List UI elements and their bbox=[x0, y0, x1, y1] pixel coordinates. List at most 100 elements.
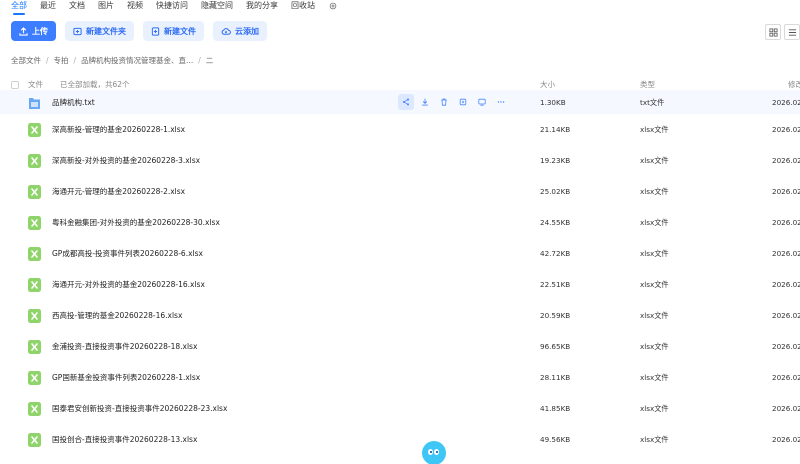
new-file-icon bbox=[151, 26, 160, 36]
excel-icon bbox=[28, 340, 41, 354]
file-type: xlsx文件 bbox=[640, 373, 669, 382]
folder-doc-icon bbox=[28, 96, 41, 110]
breadcrumb-item[interactable]: 品牌机构投资情况管理基金、直... bbox=[81, 55, 193, 66]
file-type: xlsx文件 bbox=[640, 280, 669, 289]
breadcrumb: 全部文件 / 专拍 / 品牌机构投资情况管理基金、直... / 二 bbox=[11, 55, 213, 65]
file-size: 24.55KB bbox=[540, 218, 571, 227]
share-icon[interactable] bbox=[398, 94, 414, 110]
excel-icon bbox=[28, 123, 41, 137]
tab-2[interactable]: 文档 bbox=[69, 0, 85, 12]
file-name[interactable]: 粤科金融集团-对外投资的基金20260228-30.xlsx bbox=[52, 217, 220, 228]
file-size: 1.30KB bbox=[540, 98, 566, 107]
file-name[interactable]: 深高新投-管理的基金20260228-1.xlsx bbox=[52, 124, 185, 135]
file-size: 42.72KB bbox=[540, 249, 571, 258]
file-row[interactable]: 海通开元-管理的基金20260228-2.xlsx 25.02KB xlsx文件 20… bbox=[0, 176, 800, 207]
tab-1[interactable]: 最近 bbox=[40, 0, 56, 12]
file-list: 品牌机构.txt1.30KBtxt文件2026.02.2深高新投-管理的基金20… bbox=[0, 90, 800, 455]
file-row[interactable]: 粤科金融集团-对外投资的基金20260228-30.xlsx 24.55KB xls… bbox=[0, 207, 800, 238]
excel-icon bbox=[28, 247, 41, 261]
download-icon[interactable] bbox=[417, 94, 433, 110]
file-row[interactable]: 品牌机构.txt 1.30KB txt文件 2026.02.2 bbox=[0, 90, 800, 114]
file-modified-date: 2026.02.2 bbox=[772, 187, 800, 196]
assistant-eye-right bbox=[434, 449, 439, 455]
file-modified-date: 2026.02.2 bbox=[772, 435, 800, 444]
more-icon[interactable] bbox=[493, 94, 509, 110]
file-type: xlsx文件 bbox=[640, 342, 669, 351]
file-size: 28.11KB bbox=[540, 373, 571, 382]
upload-icon bbox=[19, 26, 28, 36]
tab-0[interactable]: 全部 bbox=[11, 0, 27, 15]
file-name[interactable]: GP国新基金投资事件列表20260228-1.xlsx bbox=[52, 372, 200, 383]
gear-icon[interactable] bbox=[328, 1, 338, 11]
assistant-eye-left bbox=[428, 449, 433, 455]
tab-6[interactable]: 隐藏空间 bbox=[201, 0, 233, 12]
new-folder-icon bbox=[73, 27, 82, 35]
file-type: txt文件 bbox=[640, 98, 665, 107]
file-row[interactable]: 国泰君安创新投资-直接投资事件20260228-23.xlsx 41.85KB xl… bbox=[0, 393, 800, 424]
file-modified-date: 2026.02.2 bbox=[772, 98, 800, 107]
file-modified-date: 2026.02.2 bbox=[772, 218, 800, 227]
upload-label: 上传 bbox=[32, 26, 48, 36]
file-size: 49.56KB bbox=[540, 435, 571, 444]
file-size: 41.85KB bbox=[540, 404, 571, 413]
cloud-add-icon bbox=[221, 27, 231, 35]
file-row[interactable]: 西高投-管理的基金20260228-16.xlsx 20.59KB xlsx文件 20… bbox=[0, 300, 800, 331]
view-switch bbox=[762, 24, 800, 40]
cloud-add-label: 云添加 bbox=[235, 26, 259, 36]
file-row[interactable]: 海通开元-对外投资的基金20260228-16.xlsx 22.51KB xlsx文… bbox=[0, 269, 800, 300]
file-row[interactable]: GP成都高投-投资事件列表20260228-6.xlsx 42.72KB xlsx文… bbox=[0, 238, 800, 269]
breadcrumb-item[interactable]: 二 bbox=[206, 55, 214, 66]
new-folder-button[interactable]: 新建文件夹 bbox=[65, 21, 134, 41]
file-type: xlsx文件 bbox=[640, 249, 669, 258]
file-row[interactable]: 深高新投-对外投资的基金20260228-3.xlsx 19.23KB xlsx文件… bbox=[0, 145, 800, 176]
excel-icon bbox=[28, 371, 41, 385]
file-modified-date: 2026.02.2 bbox=[772, 342, 800, 351]
file-name[interactable]: 深高新投-对外投资的基金20260228-3.xlsx bbox=[52, 155, 200, 166]
row-actions bbox=[398, 94, 509, 110]
file-type: xlsx文件 bbox=[640, 435, 669, 444]
top-nav: 全部 最近 文档 图片 视频 快捷访问 隐藏空间 我的分享 回收站 bbox=[0, 0, 800, 15]
preview-icon[interactable] bbox=[474, 94, 490, 110]
breadcrumb-separator: / bbox=[46, 55, 49, 65]
file-type: xlsx文件 bbox=[640, 187, 669, 196]
file-name[interactable]: 品牌机构.txt bbox=[52, 97, 95, 108]
file-name[interactable]: 海通开元-对外投资的基金20260228-16.xlsx bbox=[52, 279, 205, 290]
file-modified-date: 2026.02.2 bbox=[772, 125, 800, 134]
breadcrumb-item[interactable]: 全部文件 bbox=[11, 55, 41, 66]
file-modified-date: 2026.02.2 bbox=[772, 156, 800, 165]
grid-view-button[interactable] bbox=[765, 24, 781, 40]
file-row[interactable]: 深高新投-管理的基金20260228-1.xlsx 21.14KB xlsx文件 20… bbox=[0, 114, 800, 145]
tab-5[interactable]: 快捷访问 bbox=[156, 0, 188, 12]
file-name[interactable]: 西高投-管理的基金20260228-16.xlsx bbox=[52, 310, 182, 321]
list-view-button[interactable] bbox=[784, 24, 800, 40]
excel-icon bbox=[28, 309, 41, 323]
cloud-add-button[interactable]: 云添加 bbox=[213, 21, 267, 41]
file-name[interactable]: 金浦投资-直接投资事件20260228-18.xlsx bbox=[52, 341, 197, 352]
file-row[interactable]: 国投创合-直接投资事件20260228-13.xlsx 49.56KB xlsx文件… bbox=[0, 424, 800, 455]
file-name[interactable]: 国投创合-直接投资事件20260228-13.xlsx bbox=[52, 434, 197, 445]
file-row[interactable]: GP国新基金投资事件列表20260228-1.xlsx 28.11KB xlsx文件… bbox=[0, 362, 800, 393]
file-row[interactable]: 金浦投资-直接投资事件20260228-18.xlsx 96.65KB xlsx文件… bbox=[0, 331, 800, 362]
new-file-label: 新建文件 bbox=[164, 26, 196, 36]
new-file-button[interactable]: 新建文件 bbox=[143, 21, 204, 41]
file-modified-date: 2026.02.2 bbox=[772, 373, 800, 382]
tab-7[interactable]: 我的分享 bbox=[246, 0, 278, 12]
file-name[interactable]: 海通开元-管理的基金20260228-2.xlsx bbox=[52, 186, 185, 197]
tab-8[interactable]: 回收站 bbox=[291, 0, 315, 12]
assistant-float-icon[interactable] bbox=[422, 441, 446, 464]
file-type: xlsx文件 bbox=[640, 125, 669, 134]
file-type: xlsx文件 bbox=[640, 404, 669, 413]
file-type: xlsx文件 bbox=[640, 156, 669, 165]
tab-3[interactable]: 图片 bbox=[98, 0, 114, 12]
tab-4[interactable]: 视频 bbox=[127, 0, 143, 12]
file-modified-date: 2026.02.2 bbox=[772, 249, 800, 258]
upload-button[interactable]: 上传 bbox=[11, 21, 56, 41]
delete-icon[interactable] bbox=[436, 94, 452, 110]
open-icon[interactable] bbox=[455, 94, 471, 110]
file-name[interactable]: GP成都高投-投资事件列表20260228-6.xlsx bbox=[52, 248, 203, 259]
grid-icon bbox=[768, 27, 778, 37]
file-name[interactable]: 国泰君安创新投资-直接投资事件20260228-23.xlsx bbox=[52, 403, 227, 414]
file-size: 21.14KB bbox=[540, 125, 571, 134]
file-size: 20.59KB bbox=[540, 311, 571, 320]
breadcrumb-item[interactable]: 专拍 bbox=[54, 55, 69, 66]
